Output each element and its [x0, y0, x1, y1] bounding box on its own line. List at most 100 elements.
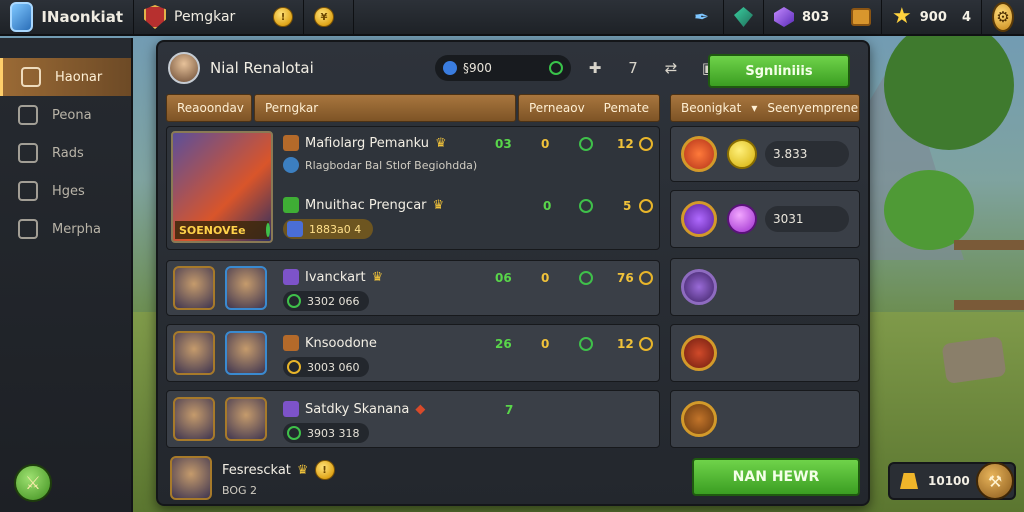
row-subtitle-text: Rlagbodar Bal Stlof Begiohdda) [305, 158, 478, 172]
coin-icon[interactable]: ! [273, 7, 293, 27]
section-segment[interactable]: Pemgkar ! [134, 0, 304, 34]
cube-logo-icon [10, 2, 34, 32]
reward-row[interactable] [670, 258, 860, 316]
footer-name-text: Fesresckat [222, 462, 291, 478]
table-row[interactable]: Ivanckart ♛ 3302 066 06 0 76 [166, 260, 660, 316]
hero-card[interactable]: SOENOVEe [171, 131, 273, 243]
hero-badge: SOENOVEe [175, 221, 270, 239]
home-icon [21, 67, 41, 87]
stat-value: 7 [505, 403, 514, 417]
sidebar-item-rads[interactable]: Rads [0, 134, 131, 172]
row-title: Satdky Skanana ◆ [283, 401, 425, 417]
table-row[interactable]: SOENOVEe Mafiolarg Pemanku ♛ Rlagbodar B… [166, 126, 660, 250]
column-tab-rewards[interactable]: Beonigkat ▾ Seenyemprene [670, 94, 860, 122]
confirm-ring-icon [549, 61, 563, 75]
sidebar-item-merpha[interactable]: Merpha [0, 210, 131, 248]
shield-icon [144, 5, 166, 29]
stat-value: 26 [495, 337, 512, 351]
tree-illustration [884, 20, 1014, 150]
sidebar-item-peona[interactable]: Peona [0, 96, 131, 134]
sword-button[interactable]: ⚔ [14, 464, 52, 502]
star-value: 900 [919, 9, 947, 25]
column-label: Beonigkat [681, 101, 742, 115]
scroll-icon [18, 143, 38, 163]
settings-segment[interactable]: ⚙ [982, 0, 1024, 34]
settings-gear-icon[interactable]: ⚙ [992, 2, 1014, 32]
row-title-text: Mnuithac Prengcar [305, 197, 427, 213]
gold-coin-icon: ¥ [314, 7, 334, 27]
cube-icon [287, 221, 303, 237]
row-title: Mnuithac Prengcar ♛ [283, 197, 444, 213]
table-row[interactable]: Satdky Skanana ◆ 3903 318 7 [166, 390, 660, 448]
pencil-icon [18, 105, 38, 125]
chest-icon[interactable] [851, 8, 871, 26]
action-button[interactable]: Sgnliniiis [708, 54, 850, 88]
crate-icon [283, 335, 299, 351]
column-label: Seenyemprene [767, 101, 859, 115]
coin-ring-icon [639, 137, 653, 151]
hero-portrait[interactable] [225, 397, 267, 441]
reward-row[interactable]: 3031 [670, 190, 860, 248]
ring-icon [579, 137, 593, 151]
stat-value: 0 [541, 137, 550, 151]
brand-segment: INaonkiat [0, 0, 134, 34]
check-icon [265, 223, 270, 237]
badge-segment[interactable] [724, 0, 764, 34]
tools-icon[interactable]: ✚ [581, 59, 609, 77]
purple-coin-icon [727, 204, 757, 234]
search-input[interactable]: §900 [435, 55, 571, 81]
avatar[interactable] [168, 52, 200, 84]
hero-portrait[interactable] [173, 266, 215, 310]
value-pill: 3302 066 [283, 291, 369, 311]
sidebar-item-label: Hges [52, 183, 85, 199]
cube-icon [283, 401, 299, 417]
quill-segment[interactable]: ✒ [684, 0, 724, 34]
trophy-icon: ♛ [296, 462, 309, 478]
primary-green-button[interactable]: NAN HEWR [692, 458, 860, 496]
column-label: Pemate [603, 101, 649, 115]
stat-value: 0 [543, 199, 552, 213]
stat-value: 06 [495, 271, 512, 285]
sidebar-item-label: Haonar [55, 69, 103, 85]
row-title-text: Ivanckart [305, 269, 366, 285]
hero-portrait[interactable] [173, 397, 215, 441]
gold-bar-icon [900, 473, 918, 489]
check-icon [287, 294, 301, 308]
hammer-icon [283, 135, 299, 151]
panel-header: Nial Renalotai §900 ✚ 7 ⇄ ▣ Sgnliniiis [168, 50, 858, 88]
swap-icon[interactable]: ⇄ [657, 59, 685, 77]
hero-portrait[interactable] [225, 266, 267, 310]
arcane-orb-icon [681, 201, 717, 237]
top-bar: INaonkiat Pemgkar ! ¥ ✒ 803 ★ 900 4 ⚙ [0, 0, 1024, 36]
ring-icon [579, 337, 593, 351]
emblem-icon [734, 7, 753, 27]
value-pill: 3003 060 [283, 357, 369, 377]
column-tab-perngkar[interactable]: Perngkar [254, 94, 516, 122]
row-title: Ivanckart ♛ [283, 269, 383, 285]
hero-portrait[interactable] [173, 331, 215, 375]
table-row[interactable]: Knsoodone 3003 060 26 0 12 [166, 324, 660, 382]
brand-title: INaonkiat [41, 8, 123, 26]
sidebar-item-home[interactable]: Haonar [0, 58, 131, 96]
info-icon [283, 157, 299, 173]
gem-segment[interactable]: 803 [764, 0, 882, 34]
hero-portrait[interactable] [170, 456, 212, 500]
reward-row[interactable]: 3.833 [670, 126, 860, 182]
coin-icon: ! [314, 460, 335, 480]
reward-value: 3031 [765, 206, 849, 232]
column-tab-stats[interactable]: Perneaov Pemate [518, 94, 660, 122]
sidebar-item-hges[interactable]: Hges [0, 172, 131, 210]
reward-row[interactable] [670, 390, 860, 448]
row-subtitle: Rlagbodar Bal Stlof Begiohdda) [283, 157, 477, 173]
value-pill: 3903 318 [283, 423, 369, 443]
gem-icon [774, 7, 794, 27]
footer-sub: BOG 2 [222, 484, 258, 497]
ring-icon [579, 271, 593, 285]
column-tab-reaoondav[interactable]: Reaoondav [166, 94, 252, 122]
hero-portrait[interactable] [225, 331, 267, 375]
currency-segment[interactable]: ¥ [304, 0, 354, 34]
reward-row[interactable] [670, 324, 860, 382]
section-label: Pemgkar [174, 9, 236, 25]
star-segment[interactable]: ★ 900 4 [882, 0, 982, 34]
hammer-button[interactable]: ⚒ [976, 462, 1014, 500]
